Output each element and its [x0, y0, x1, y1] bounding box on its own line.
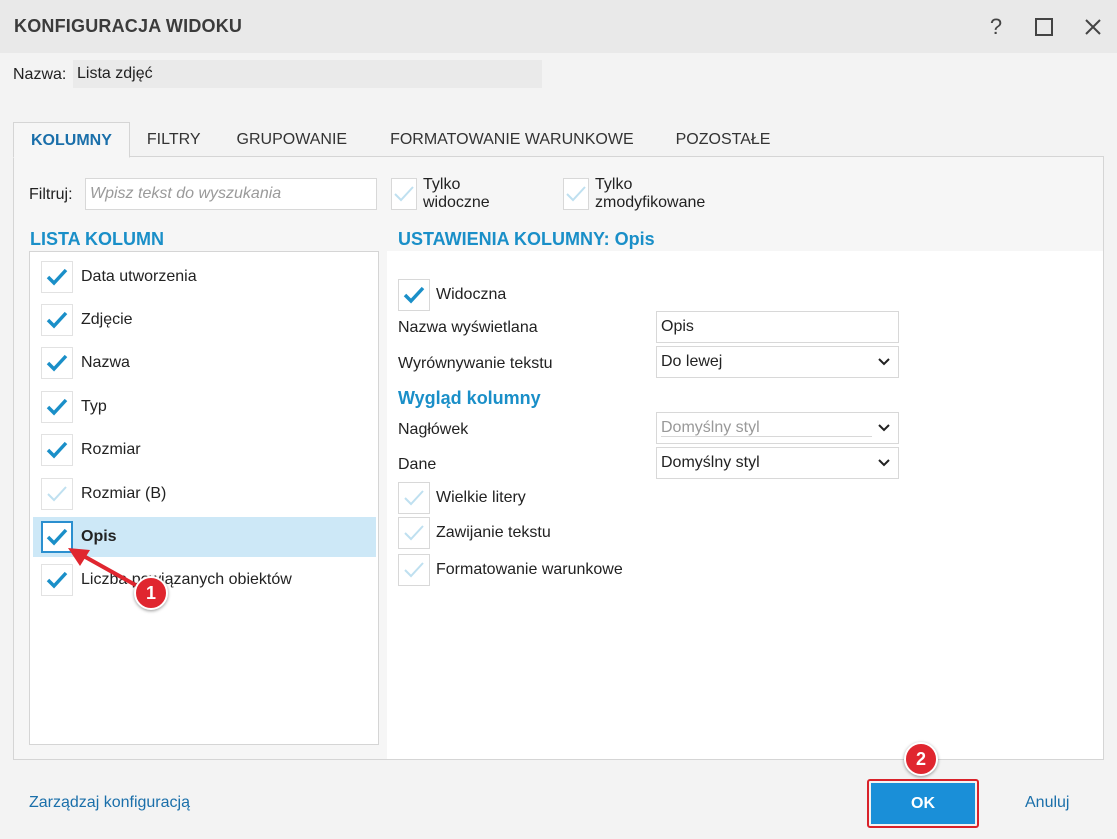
- list-item-label: Typ: [81, 398, 107, 415]
- tab-bar: KOLUMNY FILTRY GRUPOWANIE FORMATOWANIE W…: [13, 122, 788, 158]
- uppercase-label: Wielkie litery: [436, 489, 526, 506]
- check-icon: [46, 268, 68, 286]
- data-label: Dane: [398, 456, 437, 473]
- uppercase-box[interactable]: [398, 482, 430, 514]
- tab-kolumny[interactable]: KOLUMNY: [13, 122, 130, 158]
- chevron-down-icon: [878, 448, 890, 488]
- alignment-value: Do lewej: [661, 353, 723, 370]
- title-bar: KONFIGURACJA WIDOKU ?: [0, 0, 1117, 53]
- check-icon: [46, 311, 68, 329]
- item-checkbox[interactable]: [41, 391, 73, 423]
- cancel-button[interactable]: Anuluj: [1025, 794, 1069, 812]
- name-row: Nazwa: Lista zdjęć: [13, 60, 542, 88]
- data-value: Domyślny styl: [661, 454, 760, 471]
- check-icon: [403, 286, 425, 304]
- wrap-box[interactable]: [398, 517, 430, 549]
- only-modified-box[interactable]: [563, 178, 589, 210]
- only-modified-label: Tylko zmodyfikowane: [595, 176, 706, 211]
- close-icon: [1085, 19, 1101, 35]
- check-icon: [566, 186, 586, 202]
- name-input[interactable]: Lista zdjęć: [73, 60, 542, 88]
- help-icon: ?: [989, 14, 1003, 39]
- header-value: Domyślny styl: [661, 419, 760, 436]
- annotation-badge-1: 1: [134, 576, 168, 610]
- filter-input[interactable]: Wpisz tekst do wyszukania: [85, 178, 377, 210]
- alignment-select[interactable]: Do lewej: [656, 346, 899, 378]
- list-item[interactable]: Nazwa: [33, 343, 376, 383]
- item-checkbox[interactable]: [41, 478, 73, 510]
- only-modified-checkbox[interactable]: Tylko zmodyfikowane: [563, 176, 711, 211]
- visible-box[interactable]: [398, 279, 430, 311]
- check-icon: [404, 525, 424, 541]
- alignment-label: Wyrównywanie tekstu: [398, 355, 553, 372]
- wrap-checkbox[interactable]: Zawijanie tekstu: [398, 517, 551, 549]
- item-checkbox[interactable]: [41, 347, 73, 379]
- only-visible-box[interactable]: [391, 178, 417, 210]
- uppercase-checkbox[interactable]: Wielkie litery: [398, 482, 526, 514]
- item-checkbox[interactable]: [41, 261, 73, 293]
- list-item-label: Nazwa: [81, 354, 130, 371]
- appearance-heading: Wygląd kolumny: [398, 388, 541, 408]
- header-select[interactable]: Domyślny styl: [656, 412, 899, 444]
- list-item[interactable]: Typ: [33, 387, 376, 427]
- check-icon: [46, 398, 68, 416]
- list-item-label: Data utworzenia: [81, 268, 197, 285]
- list-item[interactable]: Data utworzenia: [33, 257, 376, 297]
- tab-formatowanie-warunkowe[interactable]: FORMATOWANIE WARUNKOWE: [373, 122, 651, 157]
- conditional-format-label: Formatowanie warunkowe: [436, 561, 623, 578]
- window-title: KONFIGURACJA WIDOKU: [14, 16, 243, 36]
- list-item[interactable]: Rozmiar: [33, 430, 376, 470]
- check-icon: [47, 486, 67, 502]
- check-icon: [394, 186, 414, 202]
- list-item[interactable]: Rozmiar (B): [33, 474, 376, 514]
- check-icon: [404, 562, 424, 578]
- list-item-label: Rozmiar: [81, 441, 141, 458]
- item-checkbox[interactable]: [41, 434, 73, 466]
- annotation-badge-2: 2: [904, 742, 938, 776]
- check-icon: [46, 354, 68, 372]
- visible-label: Widoczna: [436, 286, 507, 303]
- list-item[interactable]: Zdjęcie: [33, 300, 376, 340]
- conditional-format-checkbox[interactable]: Formatowanie warunkowe: [398, 554, 623, 586]
- list-item-label: Rozmiar (B): [81, 485, 167, 502]
- ok-button[interactable]: OK: [871, 783, 975, 824]
- tab-filtry[interactable]: FILTRY: [130, 122, 218, 157]
- conditional-format-box[interactable]: [398, 554, 430, 586]
- check-icon: [404, 490, 424, 506]
- check-icon: [46, 441, 68, 459]
- header-select-underline: [661, 436, 872, 437]
- column-list: Data utworzenia Zdjęcie Nazwa Typ Rozmia…: [29, 251, 379, 745]
- list-item-label: Zdjęcie: [81, 311, 133, 328]
- close-button[interactable]: [1076, 10, 1110, 44]
- maximize-icon: [1035, 18, 1053, 36]
- item-checkbox[interactable]: [41, 304, 73, 336]
- maximize-button[interactable]: [1027, 10, 1061, 44]
- display-name-label: Nazwa wyświetlana: [398, 319, 538, 336]
- filter-label: Filtruj:: [29, 186, 73, 203]
- only-visible-label: Tylko widoczne: [423, 176, 490, 211]
- ok-highlight: OK: [867, 779, 979, 828]
- visible-checkbox[interactable]: Widoczna: [398, 279, 506, 311]
- chevron-down-icon: [878, 347, 890, 387]
- name-label: Nazwa:: [13, 66, 67, 83]
- display-name-input[interactable]: Opis: [656, 311, 899, 343]
- tab-grupowanie[interactable]: GRUPOWANIE: [220, 122, 365, 157]
- only-visible-checkbox[interactable]: Tylko widoczne: [391, 176, 496, 211]
- manage-config-link[interactable]: Zarządzaj konfiguracją: [29, 794, 190, 812]
- data-select[interactable]: Domyślny styl: [656, 447, 899, 479]
- column-list-heading: LISTA KOLUMN: [30, 229, 164, 249]
- help-button[interactable]: ?: [979, 10, 1013, 44]
- wrap-label: Zawijanie tekstu: [436, 524, 551, 541]
- column-settings-heading: USTAWIENIA KOLUMNY: Opis: [398, 229, 655, 249]
- tab-pozostale[interactable]: POZOSTAŁE: [659, 122, 788, 157]
- header-label: Nagłówek: [398, 421, 469, 438]
